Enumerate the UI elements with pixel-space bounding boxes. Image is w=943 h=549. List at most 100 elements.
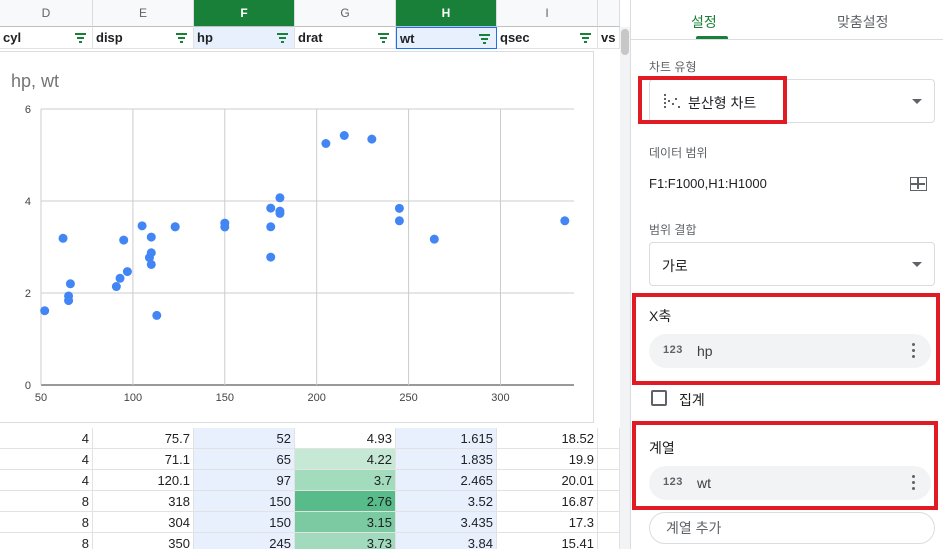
cell-drat[interactable]: 3.15	[295, 512, 396, 533]
cell-cyl[interactable]: 8	[0, 533, 93, 549]
filter-icon[interactable]	[378, 33, 389, 43]
tab-customize[interactable]: 맞춤설정	[837, 12, 889, 32]
column-letter-e[interactable]: E	[93, 0, 194, 27]
filter-icon[interactable]	[176, 33, 187, 43]
vertical-scrollbar[interactable]	[620, 27, 630, 549]
column-letter-d[interactable]: D	[0, 0, 93, 27]
data-point	[367, 134, 377, 144]
column-letter-h[interactable]: H	[396, 0, 497, 27]
combine-ranges-select[interactable]: 가로	[649, 242, 935, 286]
header-cell-vs[interactable]: vs	[598, 27, 620, 49]
cell-wt[interactable]: 1.615	[396, 428, 497, 449]
x-axis-value: hp	[697, 343, 713, 359]
cell-drat[interactable]: 3.73	[295, 533, 396, 549]
cell-drat[interactable]: 4.22	[295, 449, 396, 470]
data-point	[152, 310, 162, 320]
cell-drat[interactable]: 2.76	[295, 491, 396, 512]
cell-hp[interactable]: 97	[194, 470, 295, 491]
table-row: 4 120.1 97 3.7 2.465 20.01	[0, 470, 620, 491]
aggregate-checkbox[interactable]	[651, 390, 667, 406]
cell-hp[interactable]: 150	[194, 491, 295, 512]
cell-vs[interactable]	[598, 533, 620, 549]
cell-cyl[interactable]: 4	[0, 449, 93, 470]
cell-drat[interactable]: 4.93	[295, 428, 396, 449]
header-cell-drat[interactable]: drat	[295, 27, 396, 49]
table-row: 4 71.1 65 4.22 1.835 19.9	[0, 449, 620, 470]
cell-qsec[interactable]: 18.52	[497, 428, 598, 449]
cell-hp[interactable]: 245	[194, 533, 295, 549]
x-tick-label: 150	[216, 392, 234, 404]
cell-disp[interactable]: 304	[93, 512, 194, 533]
cell-vs[interactable]	[598, 491, 620, 512]
header-cell-hp[interactable]: hp	[194, 27, 295, 49]
series-chip[interactable]: 123 wt	[649, 466, 931, 500]
header-cell-disp[interactable]: disp	[93, 27, 194, 49]
x-tick-label: 100	[124, 392, 142, 404]
data-range-value[interactable]: F1:F1000,H1:H1000	[649, 176, 767, 191]
filter-icon[interactable]	[479, 34, 490, 44]
data-point	[64, 291, 74, 301]
header-cell-cyl[interactable]: cyl	[0, 27, 93, 49]
cell-disp[interactable]: 75.7	[93, 428, 194, 449]
cell-disp[interactable]: 71.1	[93, 449, 194, 470]
cell-vs[interactable]	[598, 428, 620, 449]
scatter-chart[interactable]: hp, wt 0 2 4 6 50 100 150 200 250 300	[0, 51, 594, 423]
scrollbar-thumb[interactable]	[621, 29, 629, 55]
chart-editor-panel: 설정 맞춤설정 차트 유형 분산형 차트 데이터 범위 F1:F1000,H1:…	[630, 0, 943, 549]
column-letter-f[interactable]: F	[194, 0, 295, 27]
cell-cyl[interactable]: 4	[0, 470, 93, 491]
chart-type-select[interactable]: 분산형 차트	[649, 79, 935, 123]
cell-disp[interactable]: 120.1	[93, 470, 194, 491]
cell-vs[interactable]	[598, 512, 620, 533]
x-tick-label: 200	[308, 392, 326, 404]
cell-cyl[interactable]: 4	[0, 428, 93, 449]
data-point	[220, 222, 230, 232]
cell-qsec[interactable]: 20.01	[497, 470, 598, 491]
spreadsheet-grid[interactable]: D E F G H I cyl disp hp drat wt qsec vs …	[0, 0, 630, 549]
header-cell-qsec[interactable]: qsec	[497, 27, 598, 49]
x-axis-label: X축	[649, 308, 672, 324]
y-tick-label: 6	[25, 104, 31, 116]
filter-icon[interactable]	[75, 33, 86, 43]
header-text: hp	[197, 30, 213, 45]
cell-qsec[interactable]: 15.41	[497, 533, 598, 549]
cell-wt[interactable]: 2.465	[396, 470, 497, 491]
cell-cyl[interactable]: 8	[0, 491, 93, 512]
data-point	[394, 216, 404, 226]
chevron-down-icon	[912, 262, 922, 267]
tab-setup[interactable]: 설정	[691, 12, 717, 32]
cell-hp[interactable]: 65	[194, 449, 295, 470]
number-type-icon: 123	[663, 476, 683, 488]
x-axis-chip[interactable]: 123 hp	[649, 334, 931, 368]
column-letter-j[interactable]	[598, 0, 620, 27]
cell-hp[interactable]: 150	[194, 512, 295, 533]
cell-qsec[interactable]: 17.3	[497, 512, 598, 533]
filter-icon[interactable]	[277, 33, 288, 43]
header-cell-wt[interactable]: wt	[396, 27, 497, 49]
more-options-icon[interactable]	[912, 475, 915, 491]
cell-cyl[interactable]: 8	[0, 512, 93, 533]
column-letter-g[interactable]: G	[295, 0, 396, 27]
cell-qsec[interactable]: 16.87	[497, 491, 598, 512]
cell-drat[interactable]: 3.7	[295, 470, 396, 491]
table-row: 4 75.7 52 4.93 1.615 18.52	[0, 428, 620, 449]
combine-ranges-label: 범위 결합	[649, 223, 697, 237]
cell-wt[interactable]: 3.84	[396, 533, 497, 549]
cell-vs[interactable]	[598, 449, 620, 470]
filter-icon[interactable]	[580, 33, 591, 43]
select-range-icon[interactable]	[910, 177, 927, 191]
cell-wt[interactable]: 3.435	[396, 512, 497, 533]
cell-qsec[interactable]: 19.9	[497, 449, 598, 470]
add-series-button[interactable]: 계열 추가	[649, 512, 935, 544]
cell-wt[interactable]: 3.52	[396, 491, 497, 512]
data-point	[266, 222, 276, 232]
cell-hp[interactable]: 52	[194, 428, 295, 449]
cell-vs[interactable]	[598, 470, 620, 491]
cell-disp[interactable]: 350	[93, 533, 194, 549]
column-letter-i[interactable]: I	[497, 0, 598, 27]
header-row: cyl disp hp drat wt qsec vs	[0, 27, 620, 49]
data-point	[137, 221, 147, 231]
cell-wt[interactable]: 1.835	[396, 449, 497, 470]
cell-disp[interactable]: 318	[93, 491, 194, 512]
more-options-icon[interactable]	[912, 343, 915, 359]
